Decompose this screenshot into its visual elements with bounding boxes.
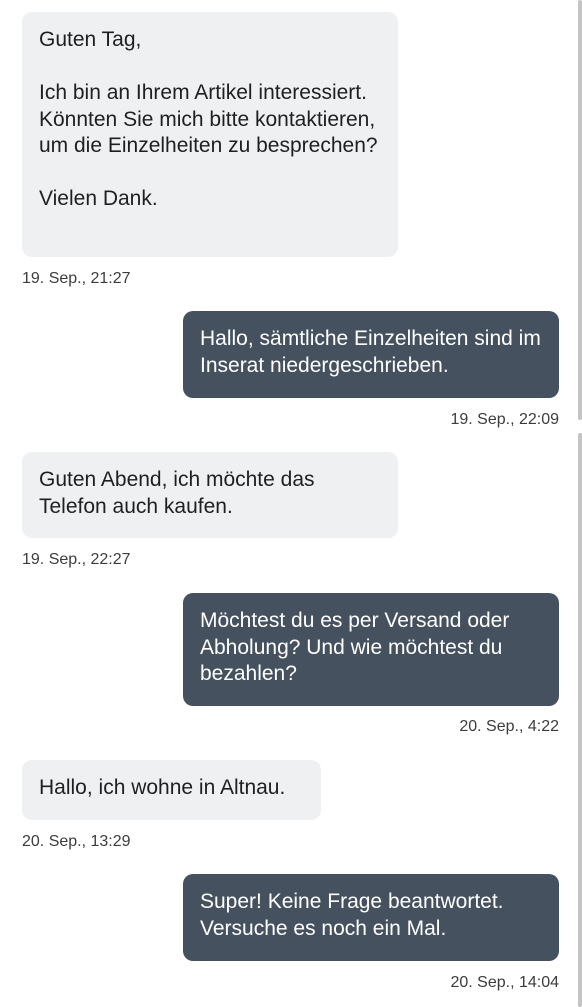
- message-bubble-outgoing[interactable]: Möchtest du es per Versand oder Abholung…: [183, 593, 559, 706]
- message-timestamp: 19. Sep., 21:27: [22, 270, 131, 287]
- scrollbar-thumb[interactable]: [578, 0, 582, 420]
- message-bubble-incoming[interactable]: Hallo, ich wohne in Altnau.: [22, 760, 321, 820]
- message-bubble-outgoing[interactable]: Super! Keine Frage beantwortet. Versuche…: [183, 874, 559, 961]
- chat-thread: Guten Tag, Ich bin an Ihrem Artikel inte…: [0, 0, 582, 1007]
- message-timestamp: 20. Sep., 13:29: [22, 833, 131, 850]
- message-bubble-outgoing[interactable]: Hallo, sämtliche Einzelheiten sind im In…: [183, 311, 559, 398]
- message-bubble-incoming[interactable]: Guten Abend, ich möchte das Telefon auch…: [22, 452, 398, 538]
- message-timestamp: 19. Sep., 22:27: [22, 551, 131, 568]
- message-timestamp: 19. Sep., 22:09: [450, 411, 559, 428]
- message-bubble-incoming[interactable]: Guten Tag, Ich bin an Ihrem Artikel inte…: [22, 12, 398, 257]
- message-timestamp: 20. Sep., 4:22: [459, 718, 559, 735]
- scrollbar-thumb[interactable]: [578, 433, 582, 1007]
- message-timestamp: 20. Sep., 14:04: [450, 974, 559, 991]
